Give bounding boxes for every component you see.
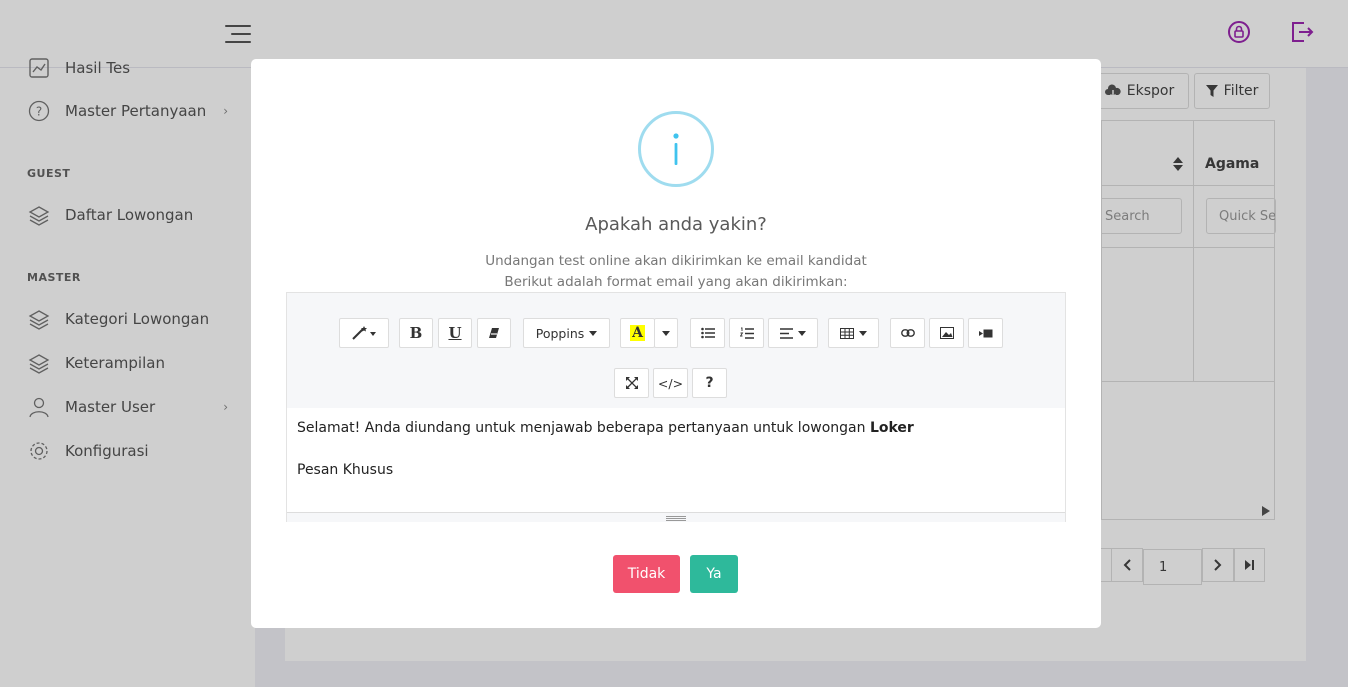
list-ol-icon <box>739 327 754 339</box>
color-dropdown-button[interactable] <box>654 318 678 348</box>
highlight-letter: A <box>630 325 645 341</box>
link-button[interactable] <box>890 318 925 348</box>
highlight-color-button[interactable]: A <box>620 318 655 348</box>
editor-toolbar: B U Poppins A </> ? <box>287 293 1065 408</box>
grip-icon <box>666 516 686 521</box>
expand-icon <box>625 377 638 389</box>
info-glyph <box>673 133 679 165</box>
bold-button[interactable]: B <box>399 318 433 348</box>
underline-button[interactable]: U <box>438 318 472 348</box>
video-icon <box>978 329 992 337</box>
editor-content[interactable]: Selamat! Anda diundang untuk menjawab be… <box>287 408 1065 512</box>
caret-down-icon <box>589 330 598 336</box>
confirm-button[interactable]: Ya <box>690 555 738 593</box>
dialog-text-line: Undangan test online akan dikirimkan ke … <box>485 253 867 269</box>
align-left-icon <box>780 327 793 339</box>
picture-icon <box>939 327 954 339</box>
font-family-value: Poppins <box>535 325 585 341</box>
clear-format-button[interactable] <box>477 318 511 348</box>
table-button[interactable] <box>828 318 879 348</box>
editor-paragraph: Pesan Khusus <box>297 462 394 478</box>
ordered-list-button[interactable] <box>729 318 764 348</box>
editor-resize-handle[interactable] <box>287 512 1065 522</box>
style-magic-button[interactable] <box>339 318 389 348</box>
bullet-list-button[interactable] <box>690 318 725 348</box>
table-icon <box>840 327 854 339</box>
editor-paragraph: Selamat! Anda diundang untuk menjawab be… <box>297 419 1055 437</box>
caret-down-icon <box>859 330 867 336</box>
dialog-text-line: Berikut adalah format email yang akan di… <box>504 274 848 290</box>
invitation-text: Selamat! Anda diundang untuk menjawab be… <box>297 420 870 436</box>
link-icon <box>900 329 915 337</box>
list-ul-icon <box>700 327 715 339</box>
rich-text-editor: B U Poppins A </> ? Selamat! Anda diunda… <box>286 292 1066 522</box>
dialog-text: Undangan test online akan dikirimkan ke … <box>251 251 1101 293</box>
job-name: Loker <box>869 420 914 436</box>
image-button[interactable] <box>929 318 964 348</box>
magic-wand-icon <box>352 326 376 340</box>
font-family-select[interactable]: Poppins <box>523 318 610 348</box>
fullscreen-button[interactable] <box>614 368 649 398</box>
confirm-dialog: Apakah anda yakin? Undangan test online … <box>251 59 1101 628</box>
info-icon <box>638 111 714 187</box>
eraser-icon <box>489 328 499 338</box>
help-button[interactable]: ? <box>692 368 727 398</box>
code-view-button[interactable]: </> <box>653 368 688 398</box>
paragraph-align-button[interactable] <box>768 318 818 348</box>
cancel-button[interactable]: Tidak <box>613 555 680 593</box>
caret-down-icon <box>798 330 806 336</box>
dialog-title: Apakah anda yakin? <box>585 214 767 235</box>
video-button[interactable] <box>968 318 1003 348</box>
caret-down-icon <box>662 330 670 336</box>
